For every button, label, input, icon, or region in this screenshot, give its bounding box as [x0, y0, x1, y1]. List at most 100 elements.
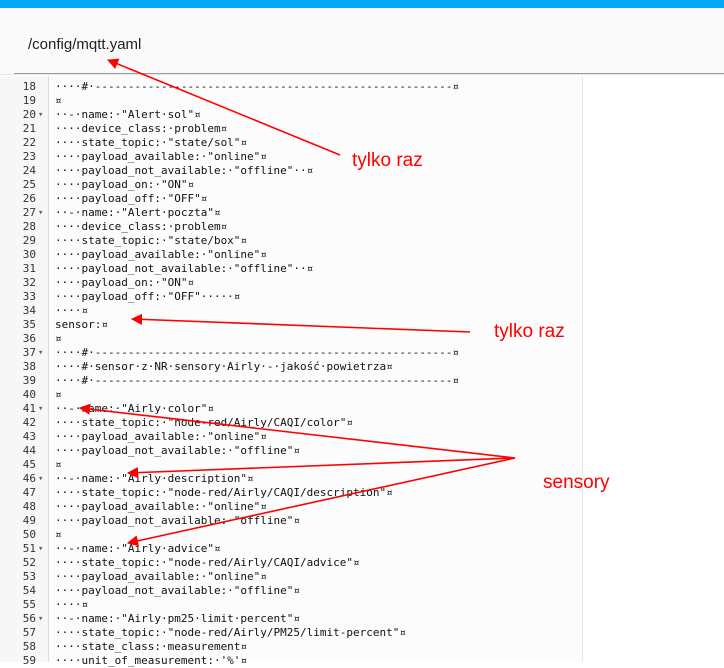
- code-line[interactable]: 47 ····state_topic:·"node-red/Airly/CAQI/…: [0, 486, 582, 500]
- line-number: 30: [22, 248, 36, 261]
- code-text[interactable]: ····state_topic:·"node-red/Airly/CAQI/co…: [55, 416, 353, 430]
- fold-toggle-icon[interactable]: ▾: [38, 542, 46, 556]
- code-text[interactable]: ¤: [55, 388, 62, 402]
- fold-toggle-icon[interactable]: ▾: [38, 402, 46, 416]
- line-number: 59: [22, 654, 36, 667]
- code-text[interactable]: ····device_class:·problem¤: [55, 122, 227, 136]
- line-number: 45: [22, 458, 36, 471]
- code-text[interactable]: ····#·----------------------------------…: [55, 80, 459, 94]
- line-number: 52: [22, 556, 36, 569]
- code-line[interactable]: 30 ····payload_available:·"online"¤: [0, 248, 582, 262]
- code-text[interactable]: ····#·----------------------------------…: [55, 374, 459, 388]
- code-line[interactable]: 34 ····¤: [0, 304, 582, 318]
- code-text[interactable]: ····payload_available:·"online"¤: [55, 150, 267, 164]
- code-line[interactable]: 59 ····unit_of_measurement:·'%'¤: [0, 654, 582, 668]
- code-text[interactable]: ····payload_available:·"online"¤: [55, 430, 267, 444]
- code-text[interactable]: ··-·name:·"Alert·poczta"¤: [55, 206, 221, 220]
- line-number: 54: [22, 584, 36, 597]
- fold-toggle-icon[interactable]: ▾: [38, 206, 46, 220]
- code-line[interactable]: 33 ····payload_off:·"OFF"·····¤: [0, 290, 582, 304]
- code-text[interactable]: ····payload_off:·"OFF"·····¤: [55, 290, 240, 304]
- code-line[interactable]: 23 ····payload_available:·"online"¤: [0, 150, 582, 164]
- code-line[interactable]: 50 ¤: [0, 528, 582, 542]
- code-line[interactable]: 42 ····state_topic:·"node-red/Airly/CAQI/…: [0, 416, 582, 430]
- code-line[interactable]: 41 ▾ ··-·name:·"Airly·color"¤: [0, 402, 582, 416]
- code-line[interactable]: 24 ····payload_not_available:·"offline"··…: [0, 164, 582, 178]
- code-text[interactable]: ····¤: [55, 598, 88, 612]
- fold-toggle-icon[interactable]: ▾: [38, 472, 46, 486]
- code-text[interactable]: ····payload_on:·"ON"¤: [55, 178, 194, 192]
- code-line[interactable]: 38 ····#·sensor·z·NR·sensory·Airly·-·jako…: [0, 360, 582, 374]
- code-text[interactable]: ····#·----------------------------------…: [55, 346, 459, 360]
- code-text[interactable]: ¤: [55, 332, 62, 346]
- code-line[interactable]: 48 ····payload_available:·"online"¤: [0, 500, 582, 514]
- code-line[interactable]: 40 ¤: [0, 388, 582, 402]
- code-text[interactable]: ····payload_available:·"online"¤: [55, 570, 267, 584]
- fold-toggle-icon[interactable]: ▾: [38, 612, 46, 626]
- line-number: 47: [22, 486, 36, 499]
- code-text[interactable]: ¤: [55, 458, 62, 472]
- code-line[interactable]: 45 ¤: [0, 458, 582, 472]
- code-text[interactable]: sensor:¤: [55, 318, 108, 332]
- code-text[interactable]: ¤: [55, 528, 62, 542]
- code-text[interactable]: ····payload_not_available:·"offline"··¤: [55, 262, 313, 276]
- code-line[interactable]: 49 ····payload_not_available:·"offline"¤: [0, 514, 582, 528]
- code-line[interactable]: 26 ····payload_off:·"OFF"¤: [0, 192, 582, 206]
- code-line[interactable]: 19 ¤: [0, 94, 582, 108]
- code-text[interactable]: ··-·name:·"Airly·color"¤: [55, 402, 214, 416]
- code-line[interactable]: 29 ····state_topic:·"state/box"¤: [0, 234, 582, 248]
- code-line[interactable]: 32 ····payload_on:·"ON"¤: [0, 276, 582, 290]
- code-text[interactable]: ····state_topic:·"state/sol"¤: [55, 136, 247, 150]
- code-line[interactable]: 20 ▾ ··-·name:·"Alert·sol"¤: [0, 108, 582, 122]
- code-line[interactable]: 56 ▾ ··-·name:·"Airly·pm25·limit·percent"¤: [0, 612, 582, 626]
- code-line[interactable]: 27 ▾ ··-·name:·"Alert·poczta"¤: [0, 206, 582, 220]
- annotation-once-top: tylko raz: [352, 150, 423, 171]
- code-line[interactable]: 52 ····state_topic:·"node-red/Airly/CAQI/…: [0, 556, 582, 570]
- code-text[interactable]: ····¤: [55, 304, 88, 318]
- code-text[interactable]: ··-·name:·"Airly·advice"¤: [55, 542, 221, 556]
- code-line[interactable]: 46 ▾ ··-·name:·"Airly·description"¤: [0, 472, 582, 486]
- code-text[interactable]: ··-·name:·"Alert·sol"¤: [55, 108, 201, 122]
- code-line[interactable]: 22 ····state_topic:·"state/sol"¤: [0, 136, 582, 150]
- code-line[interactable]: 57 ····state_topic:·"node-red/Airly/PM25/…: [0, 626, 582, 640]
- code-text[interactable]: ····payload_off:·"OFF"¤: [55, 192, 207, 206]
- code-text[interactable]: ··-·name:·"Airly·pm25·limit·percent"¤: [55, 612, 300, 626]
- code-line[interactable]: 55 ····¤: [0, 598, 582, 612]
- code-text[interactable]: ····state_topic:·"node-red/Airly/PM25/li…: [55, 626, 406, 640]
- code-line[interactable]: 21 ····device_class:·problem¤: [0, 122, 582, 136]
- code-text[interactable]: ····device_class:·problem¤: [55, 220, 227, 234]
- code-text[interactable]: ····payload_not_available:·"offline"¤: [55, 514, 300, 528]
- line-number: 18: [22, 80, 36, 93]
- code-text[interactable]: ····state_class:·measurement¤: [55, 640, 247, 654]
- code-text[interactable]: ····payload_available:·"online"¤: [55, 248, 267, 262]
- code-line[interactable]: 58 ····state_class:·measurement¤: [0, 640, 582, 654]
- code-line[interactable]: 54 ····payload_not_available:·"offline"¤: [0, 584, 582, 598]
- code-text[interactable]: ····state_topic:·"state/box"¤: [55, 234, 247, 248]
- code-line[interactable]: 18 ····#·--------------------------------…: [0, 80, 582, 94]
- line-number: 27: [22, 206, 36, 219]
- code-text[interactable]: ····payload_not_available:·"offline"¤: [55, 444, 300, 458]
- code-text[interactable]: ····payload_available:·"online"¤: [55, 500, 267, 514]
- code-line[interactable]: 31 ····payload_not_available:·"offline"··…: [0, 262, 582, 276]
- fold-toggle-icon[interactable]: ▾: [38, 346, 46, 360]
- code-text[interactable]: ····payload_on:·"ON"¤: [55, 276, 194, 290]
- code-text[interactable]: ····payload_not_available:·"offline"¤: [55, 584, 300, 598]
- line-number: 24: [22, 164, 36, 177]
- code-line[interactable]: 28 ····device_class:·problem¤: [0, 220, 582, 234]
- code-line[interactable]: 43 ····payload_available:·"online"¤: [0, 430, 582, 444]
- code-line[interactable]: 53 ····payload_available:·"online"¤: [0, 570, 582, 584]
- code-line[interactable]: 37 ▾ ····#·-------------------------------…: [0, 346, 582, 360]
- code-line[interactable]: 25 ····payload_on:·"ON"¤: [0, 178, 582, 192]
- code-text[interactable]: ····payload_not_available:·"offline"··¤: [55, 164, 313, 178]
- code-text[interactable]: ····unit_of_measurement:·'%'¤: [55, 654, 247, 668]
- fold-toggle-icon[interactable]: ▾: [38, 108, 46, 122]
- code-line[interactable]: 44 ····payload_not_available:·"offline"¤: [0, 444, 582, 458]
- code-line[interactable]: 39 ····#·--------------------------------…: [0, 374, 582, 388]
- code-text[interactable]: ····state_topic:·"node-red/Airly/CAQI/de…: [55, 486, 393, 500]
- code-line[interactable]: 51 ▾ ··-·name:·"Airly·advice"¤: [0, 542, 582, 556]
- code-text[interactable]: ····state_topic:·"node-red/Airly/CAQI/ad…: [55, 556, 360, 570]
- code-text[interactable]: ¤: [55, 94, 62, 108]
- line-number: 31: [22, 262, 36, 275]
- code-text[interactable]: ····#·sensor·z·NR·sensory·Airly·-·jakość…: [55, 360, 393, 374]
- code-text[interactable]: ··-·name:·"Airly·description"¤: [55, 472, 254, 486]
